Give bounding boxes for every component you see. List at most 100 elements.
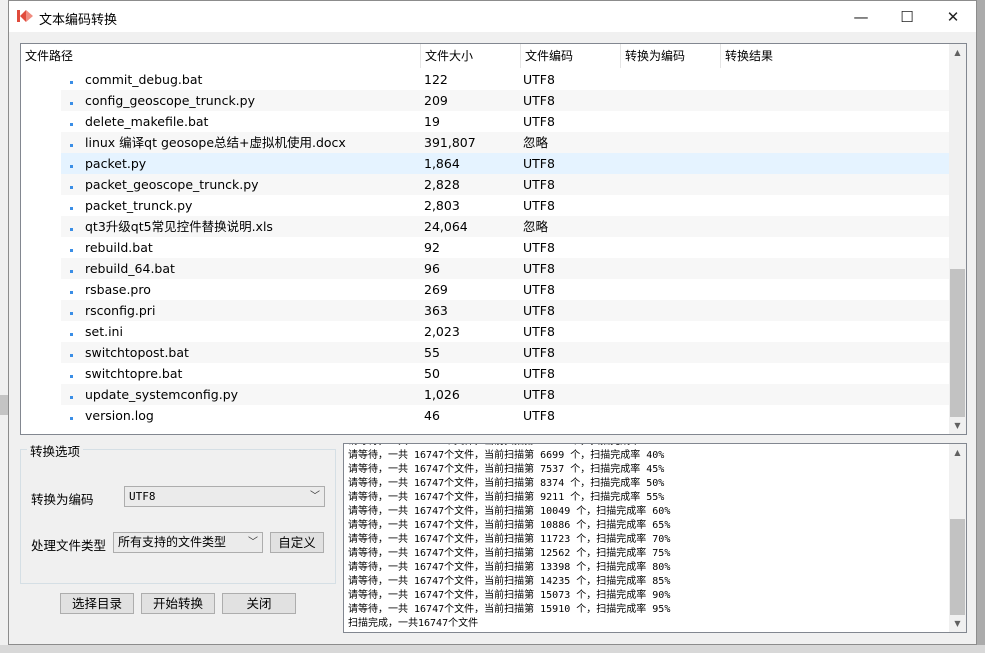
table-row[interactable]: packet.py 1,864 UTF8 [61,153,950,174]
maximize-button[interactable]: ☐ [884,1,930,32]
file-name-cell: rebuild_64.bat [85,261,175,276]
file-type-select[interactable]: 所有支持的文件类型 ﹀ [113,532,263,553]
file-name-cell: switchtopost.bat [85,345,189,360]
table-row[interactable]: linux 编译qt geosope总结+虚拟机使用.docx 391,807 忽略 [61,132,950,153]
table-row[interactable]: rsconfig.pri 363 UTF8 [61,300,950,321]
conversion-options-group [20,449,336,584]
target-encoding-select[interactable]: UTF8 ﹀ [124,486,325,507]
file-name-cell: config_geoscope_trunck.py [85,93,255,108]
file-size-cell: 2,828 [424,177,460,192]
table-row[interactable]: rebuild.bat 92 UTF8 [61,237,950,258]
table-row[interactable]: packet_geoscope_trunck.py 2,828 UTF8 [61,174,950,195]
options-group-title: 转换选项 [27,441,84,460]
file-icon [70,165,73,168]
close-window-button[interactable]: ✕ [930,1,976,32]
file-encoding-cell: 忽略 [523,135,549,150]
table-row[interactable]: update_systemconfig.py 1,026 UTF8 [61,384,950,405]
file-name-cell: switchtopre.bat [85,366,183,381]
log-line: 请等待，一共 16747个文件，当前扫描第 12562 个，扫描完成率 75% [348,548,671,559]
file-icon [70,375,73,378]
background-window-mark [0,395,8,415]
file-name-cell: rsconfig.pri [85,303,156,318]
log-line: 请等待，一共 16747个文件，当前扫描第 11723 个，扫描完成率 70% [348,534,671,545]
scroll-up-icon[interactable]: ▲ [949,444,966,461]
file-encoding-cell: UTF8 [523,72,555,87]
start-convert-button[interactable]: 开始转换 [141,593,215,614]
file-encoding-cell: UTF8 [523,324,555,339]
log-line: 请等待，一共 16747个文件，当前扫描第 10886 个，扫描完成率 65% [348,520,671,531]
file-name-cell: set.ini [85,324,123,339]
file-name-cell: rebuild.bat [85,240,153,255]
scroll-down-icon[interactable]: ▼ [949,615,966,632]
chevron-down-icon: ﹀ [310,491,320,502]
close-icon: ✕ [946,7,960,26]
file-icon [70,228,73,231]
file-name-cell: packet_geoscope_trunck.py [85,177,259,192]
file-size-cell: 19 [424,114,440,129]
file-size-cell: 50 [424,366,440,381]
file-icon [70,102,73,105]
column-header-target-encoding[interactable]: 转换为编码 [621,44,721,68]
file-list-scrollbar[interactable]: ▲ ▼ [949,44,966,434]
file-size-cell: 92 [424,240,440,255]
table-row[interactable]: switchtopre.bat 50 UTF8 [61,363,950,384]
file-name-cell: delete_makefile.bat [85,114,209,129]
custom-file-type-button[interactable]: 自定义 [270,532,324,553]
column-header-encoding[interactable]: 文件编码 [521,44,621,68]
file-encoding-cell: UTF8 [523,408,555,423]
scroll-up-icon[interactable]: ▲ [949,44,966,61]
log-line: 请等待，一共 16747个文件，当前扫描第 14235 个，扫描完成率 85% [348,576,671,587]
table-row[interactable]: qt3升级qt5常见控件替换说明.xls 24,064 忽略 [61,216,950,237]
file-size-cell: 96 [424,261,440,276]
file-icon [70,333,73,336]
table-row[interactable]: version.log 46 UTF8 [61,405,950,426]
file-encoding-cell: UTF8 [523,387,555,402]
file-icon [70,249,73,252]
file-encoding-cell: UTF8 [523,177,555,192]
file-icon [70,291,73,294]
table-row[interactable]: switchtopost.bat 55 UTF8 [61,342,950,363]
scrollbar-thumb[interactable] [950,519,965,615]
file-encoding-cell: UTF8 [523,114,555,129]
list-header: 文件路径 文件大小 文件编码 转换为编码 转换结果 [21,44,950,68]
file-list-view[interactable]: 文件路径 文件大小 文件编码 转换为编码 转换结果 commit_debug.b… [20,43,967,435]
log-scrollbar[interactable]: ▲ ▼ [949,444,966,632]
log-line: 请等待，一共 16747个文件，当前扫描第 10049 个，扫描完成率 60% [348,506,671,517]
file-icon [70,312,73,315]
file-size-cell: 269 [424,282,448,297]
background-window-bottom [0,645,985,653]
table-row[interactable]: config_geoscope_trunck.py 209 UTF8 [61,90,950,111]
table-row[interactable]: set.ini 2,023 UTF8 [61,321,950,342]
minimize-button[interactable]: — [838,1,884,32]
target-encoding-label: 转换为编码 [31,492,94,507]
scrollbar-thumb[interactable] [950,269,965,417]
file-name-cell: commit_debug.bat [85,72,203,87]
file-type-label: 处理文件类型 [31,538,107,553]
select-directory-button[interactable]: 选择目录 [60,593,134,614]
table-row[interactable]: rebuild_64.bat 96 UTF8 [61,258,950,279]
file-size-cell: 1,026 [424,387,460,402]
file-icon [70,354,73,357]
close-button[interactable]: 关闭 [222,593,296,614]
file-encoding-cell: UTF8 [523,261,555,276]
table-row[interactable]: packet_trunck.py 2,803 UTF8 [61,195,950,216]
column-header-path[interactable]: 文件路径 [21,44,421,68]
column-header-size[interactable]: 文件大小 [421,44,521,68]
scroll-down-icon[interactable]: ▼ [949,417,966,434]
log-line: 请等待，一共 16747个文件，当前扫描第 9211 个，扫描完成率 55% [348,492,665,503]
log-output[interactable]: 请等待，一共 16747个文件，当前扫描第 5862 个，扫描完成率 35%请等… [343,443,967,633]
target-encoding-value: UTF8 [129,490,156,503]
file-name-cell: packet_trunck.py [85,198,193,213]
table-row[interactable]: commit_debug.bat 122 UTF8 [61,69,950,90]
file-encoding-cell: UTF8 [523,345,555,360]
title-bar[interactable]: 文本编码转换 — ☐ ✕ [9,1,976,32]
column-header-result[interactable]: 转换结果 [721,44,950,68]
file-encoding-cell: UTF8 [523,303,555,318]
file-encoding-cell: 忽略 [523,219,549,234]
file-icon [70,81,73,84]
file-encoding-cell: UTF8 [523,93,555,108]
table-row[interactable]: rsbase.pro 269 UTF8 [61,279,950,300]
table-row[interactable]: delete_makefile.bat 19 UTF8 [61,111,950,132]
maximize-icon: ☐ [900,7,914,26]
minimize-icon: — [853,7,869,26]
